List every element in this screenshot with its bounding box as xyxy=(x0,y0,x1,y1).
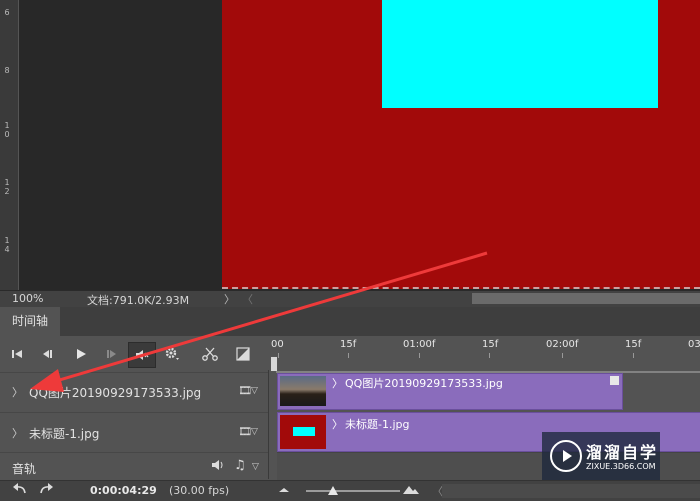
prev-frame-button[interactable] xyxy=(38,345,56,363)
transition-icon xyxy=(236,347,250,361)
vertical-ruler: 6 8 1 0 1 2 1 4 xyxy=(0,0,19,290)
timeline-controls: 〉 QQ图片20190929173533.jpg 🎞 ▽ 〉 未标题-1.jpg… xyxy=(0,336,269,479)
clip-end-marker[interactable] xyxy=(610,376,619,385)
layer-name: QQ图片20190929173533.jpg xyxy=(29,386,202,400)
time-label: 00 xyxy=(271,339,284,350)
settings-button[interactable] xyxy=(163,345,181,363)
audio-track-row[interactable]: 音轨 ♫ ▽ xyxy=(0,452,268,481)
layer-name: 未标题-1.jpg xyxy=(29,427,100,441)
film-icon[interactable]: 🎞 xyxy=(238,425,252,438)
play-button[interactable] xyxy=(72,345,90,363)
watermark-subtitle: ZIXUE.3D66.COM xyxy=(586,462,656,471)
next-frame-icon xyxy=(107,350,116,358)
audio-track-label: 音轨 xyxy=(12,462,37,476)
status-menu-arrow[interactable]: 〉 xyxy=(224,291,235,307)
chevron-down-icon[interactable]: ▽ xyxy=(252,462,259,472)
first-frame-button[interactable] xyxy=(8,345,26,363)
time-tick xyxy=(278,353,279,358)
timeline-scrollbar[interactable] xyxy=(442,484,700,498)
ruler-label: 1 4 xyxy=(4,236,10,254)
expand-chevron-icon[interactable]: 〉 xyxy=(12,425,23,441)
time-tick xyxy=(419,353,420,358)
expand-chevron-icon[interactable]: 〉 xyxy=(12,384,23,400)
undo-icon[interactable] xyxy=(12,483,26,498)
chevron-down-icon[interactable]: ▽ xyxy=(251,386,258,396)
layer-row[interactable]: 〉 QQ图片20190929173533.jpg 🎞 ▽ xyxy=(0,372,268,413)
clip-thumbnail xyxy=(280,415,326,449)
time-label: 15f xyxy=(340,339,357,350)
watermark-title: 溜溜自学 xyxy=(586,443,659,462)
audio-mute-icon xyxy=(136,350,149,360)
time-tick xyxy=(348,353,349,358)
time-label: 15f xyxy=(482,339,499,350)
status-bar: 100% 文档:791.0K/2.93M 〉 〈 xyxy=(0,290,700,308)
watermark-logo: 溜溜自学 ZIXUE.3D66.COM xyxy=(542,432,660,480)
tab-timeline[interactable]: 时间轴 xyxy=(0,307,60,336)
time-ruler[interactable]: 00 15f 01:00f 15f 02:00f 15f 03 xyxy=(268,336,700,370)
document-info: 文档:791.0K/2.93M xyxy=(87,294,190,307)
zoom-level[interactable]: 100% xyxy=(12,292,43,305)
clip-thumbnail xyxy=(280,376,326,406)
time-label: 02:00f xyxy=(546,339,579,350)
ruler-label: 6 xyxy=(4,8,10,17)
horizontal-scrollbar[interactable] xyxy=(472,293,700,304)
zoom-slider-thumb[interactable] xyxy=(328,486,338,495)
ruler-label: 1 2 xyxy=(4,178,10,196)
chevron-down-icon[interactable]: ▽ xyxy=(251,427,258,437)
current-timecode: 0:00:04:29 xyxy=(90,484,157,497)
scissors-icon xyxy=(202,347,218,361)
ruler-label: 1 0 xyxy=(4,121,10,139)
watermark-play-icon xyxy=(550,440,582,472)
prev-frame-icon xyxy=(43,350,52,358)
time-label: 15f xyxy=(625,339,642,350)
layer-row[interactable]: 〉 未标题-1.jpg 🎞 ▽ xyxy=(0,412,268,453)
time-tick xyxy=(633,353,634,358)
clip-expand-icon[interactable]: 〉 xyxy=(332,416,343,432)
split-button[interactable] xyxy=(201,345,219,363)
audio-mute-button[interactable] xyxy=(128,342,156,368)
first-frame-icon xyxy=(12,350,22,358)
video-clip[interactable]: 〉 QQ图片20190929173533.jpg xyxy=(277,373,623,410)
film-icon[interactable]: 🎞 xyxy=(238,384,252,397)
time-tick xyxy=(489,353,490,358)
panel-tabbar: 时间轴 xyxy=(0,307,700,336)
volume-icon[interactable] xyxy=(211,459,225,474)
music-note-icon[interactable]: ♫ xyxy=(234,458,246,473)
play-icon xyxy=(77,349,86,359)
time-label: 01:00f xyxy=(403,339,436,350)
scroll-left-arrow[interactable]: 〈 xyxy=(242,291,253,307)
time-tick xyxy=(562,353,563,358)
zoom-out-icon[interactable] xyxy=(278,485,290,498)
time-label: 03 xyxy=(688,339,700,350)
clip-expand-icon[interactable]: 〉 xyxy=(332,375,343,391)
zoom-in-icon[interactable] xyxy=(402,483,420,498)
transition-button[interactable] xyxy=(234,345,252,363)
clip-label: 未标题-1.jpg xyxy=(345,418,410,431)
zoom-slider[interactable] xyxy=(306,490,400,492)
cyan-shape[interactable] xyxy=(382,0,658,108)
document-canvas-area[interactable]: 6 8 1 0 1 2 1 4 xyxy=(0,0,700,290)
gear-icon xyxy=(165,347,179,360)
playhead[interactable] xyxy=(270,356,278,372)
ruler-label: 8 xyxy=(4,66,10,75)
redo-icon[interactable] xyxy=(40,483,54,498)
timeline-bottom-bar: 0:00:04:29 (30.00 fps) 〈 xyxy=(0,480,700,501)
next-frame-button[interactable] xyxy=(103,345,121,363)
clip-label: QQ图片20190929173533.jpg xyxy=(345,377,503,390)
frame-rate: (30.00 fps) xyxy=(169,484,230,497)
